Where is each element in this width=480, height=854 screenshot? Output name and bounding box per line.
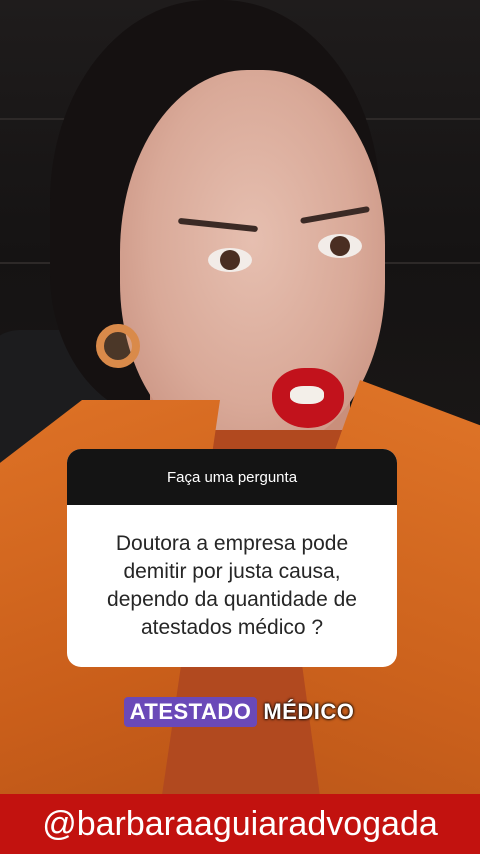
left-eye bbox=[208, 248, 252, 272]
caption-highlight: ATESTADO bbox=[123, 697, 258, 727]
handle-banner: @barbaraaguiaradvogada bbox=[0, 794, 480, 854]
account-handle[interactable]: @barbaraaguiaradvogada bbox=[42, 805, 438, 844]
lips bbox=[272, 368, 344, 428]
face bbox=[120, 70, 385, 450]
right-eye bbox=[318, 234, 362, 258]
question-text: Doutora a empresa pode demitir por justa… bbox=[107, 532, 357, 639]
earring bbox=[96, 324, 140, 368]
caption: ATESTADO MÉDICO bbox=[0, 697, 480, 727]
question-sticker[interactable]: Faça uma pergunta Doutora a empresa pode… bbox=[67, 449, 397, 667]
question-header: Faça uma pergunta bbox=[67, 449, 397, 505]
caption-rest: MÉDICO bbox=[263, 699, 355, 724]
